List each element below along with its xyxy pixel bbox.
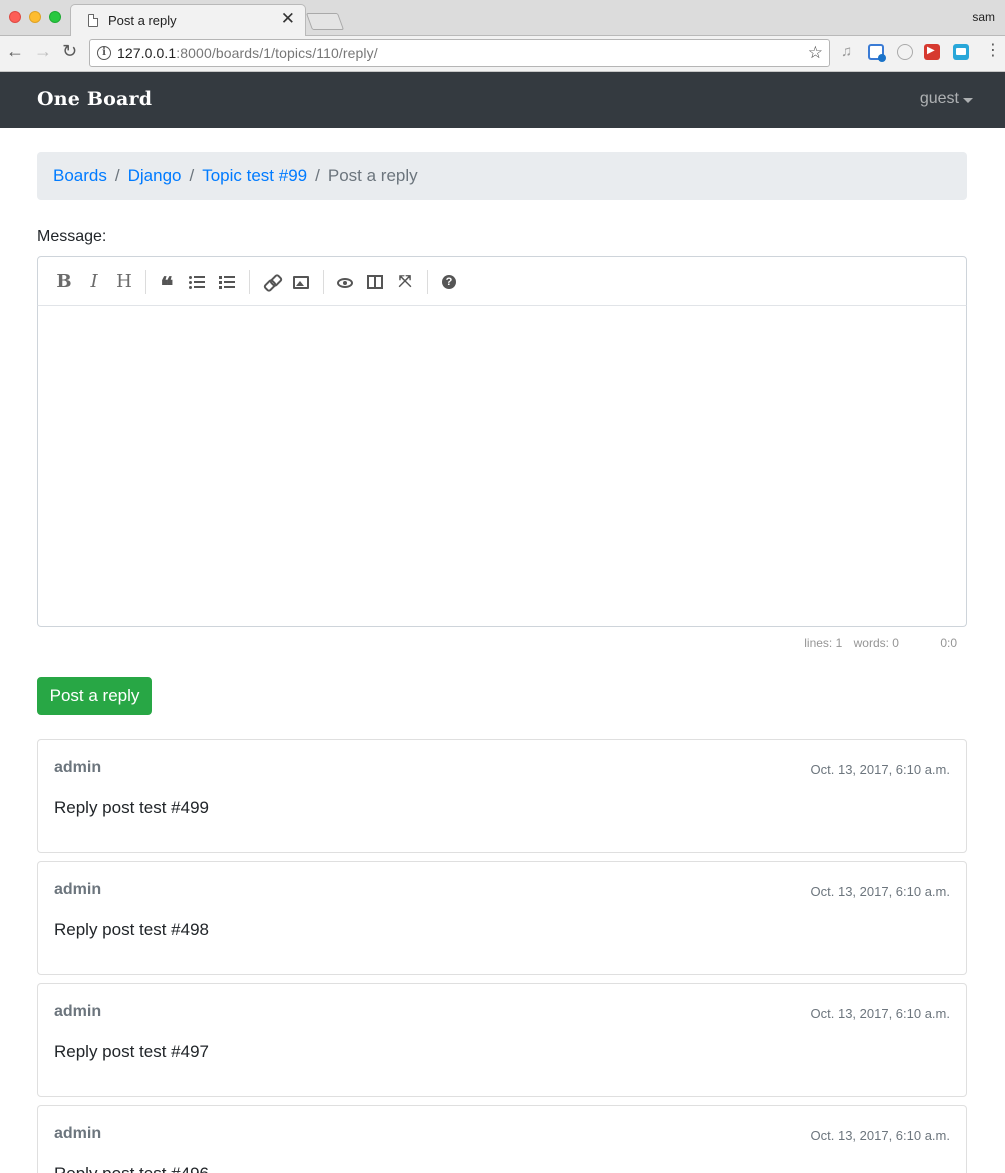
post-reply-button[interactable]: Post a reply <box>37 677 152 715</box>
window-minimize-button[interactable] <box>29 11 41 23</box>
site-info-icon[interactable]: i <box>97 46 111 60</box>
music-extension-icon[interactable]: ♫ <box>841 43 857 60</box>
quote-button[interactable]: ❝ <box>156 271 178 300</box>
window-zoom-button[interactable] <box>49 11 61 23</box>
help-button[interactable]: ? <box>438 271 460 293</box>
side-by-side-button[interactable] <box>364 271 386 293</box>
tab-close-icon[interactable]: ✕ <box>281 10 295 27</box>
post-card: admin Oct. 13, 2017, 6:10 a.m. Reply pos… <box>37 739 967 853</box>
markdown-editor-toolbar: B I H ❝ ⤧ ? <box>37 256 967 306</box>
caret-down-icon <box>963 98 973 103</box>
toolbar-divider <box>145 270 146 294</box>
post-date: Oct. 13, 2017, 6:10 a.m. <box>810 884 950 899</box>
post-message: Reply post test #499 <box>54 798 209 817</box>
image-icon <box>293 276 309 289</box>
post-author: admin <box>54 881 102 898</box>
post-date: Oct. 13, 2017, 6:10 a.m. <box>810 1006 950 1021</box>
post-author: admin <box>54 1125 102 1142</box>
toolbar-divider <box>323 270 324 294</box>
lines-count: lines: 1 <box>804 636 843 650</box>
new-tab-button[interactable] <box>305 13 345 30</box>
post-card: admin Oct. 13, 2017, 6:10 a.m. Reply pos… <box>37 983 967 1097</box>
editor-statusbar: lines: 1 words: 0 0:0 <box>37 636 957 652</box>
italic-button[interactable]: I <box>83 271 105 293</box>
window-close-button[interactable] <box>9 11 21 23</box>
bookmark-star-icon[interactable]: ☆ <box>808 43 823 63</box>
post-message: Reply post test #498 <box>54 920 209 939</box>
message-editor[interactable] <box>37 305 967 627</box>
app-navbar: One Board guest <box>0 72 1005 128</box>
play-extension-icon[interactable] <box>924 44 940 60</box>
browser-tab-active[interactable]: Post a reply ✕ <box>70 4 306 37</box>
post-date: Oct. 13, 2017, 6:10 a.m. <box>810 762 950 777</box>
browser-menu-icon[interactable]: ⋮ <box>985 43 1001 59</box>
columns-icon <box>367 275 383 289</box>
screenshot-extension-icon[interactable] <box>868 44 886 62</box>
preview-button[interactable] <box>334 271 356 293</box>
page-icon <box>88 14 98 27</box>
link-icon <box>264 277 278 287</box>
toolbar-divider <box>427 270 428 294</box>
breadcrumb-board[interactable]: Django <box>128 166 182 186</box>
post-author: admin <box>54 1003 102 1020</box>
post-card: admin Oct. 13, 2017, 6:10 a.m. Reply pos… <box>37 1105 967 1173</box>
breadcrumb-separator: / <box>189 166 195 185</box>
url-text[interactable]: 127.0.0.1:8000/boards/1/topics/110/reply… <box>117 45 378 61</box>
link-button[interactable] <box>260 271 282 293</box>
post-date: Oct. 13, 2017, 6:10 a.m. <box>810 1128 950 1143</box>
message-label: Message: <box>37 228 107 245</box>
address-bar[interactable]: i 127.0.0.1:8000/boards/1/topics/110/rep… <box>89 39 830 67</box>
fullscreen-button[interactable]: ⤧ <box>394 271 416 293</box>
url-host: 127.0.0.1 <box>117 45 177 61</box>
breadcrumb-separator: / <box>114 166 120 185</box>
post-message: Reply post test #496 <box>54 1164 209 1173</box>
toolbar-divider <box>249 270 250 294</box>
words-count: words: 0 <box>853 636 899 650</box>
bold-button[interactable]: B <box>53 271 75 293</box>
user-dropdown[interactable]: guest <box>919 90 973 108</box>
post-message: Reply post test #497 <box>54 1042 209 1061</box>
cursor-position: 0:0 <box>940 636 957 650</box>
question-icon: ? <box>442 275 456 289</box>
breadcrumb-current: Post a reply <box>327 166 418 185</box>
user-name: guest <box>919 90 959 107</box>
breadcrumb-boards[interactable]: Boards <box>53 166 107 186</box>
breadcrumb-topic[interactable]: Topic test #99 <box>202 166 307 186</box>
reader-extension-icon[interactable] <box>953 44 969 60</box>
breadcrumb: Boards / Django / Topic test #99 / Post … <box>37 152 967 200</box>
post-author: admin <box>54 759 102 776</box>
image-button[interactable] <box>290 271 312 293</box>
browser-toolbar: ← → ↻ i 127.0.0.1:8000/boards/1/topics/1… <box>0 36 1005 72</box>
reload-icon[interactable]: ↻ <box>62 42 77 60</box>
heading-button[interactable]: H <box>113 271 135 293</box>
circle-extension-icon[interactable] <box>897 44 913 60</box>
browser-tabstrip: Post a reply ✕ sam <box>0 0 1005 37</box>
post-card: admin Oct. 13, 2017, 6:10 a.m. Reply pos… <box>37 861 967 975</box>
back-arrow-icon[interactable]: ← <box>6 42 24 60</box>
unordered-list-button[interactable] <box>186 271 208 293</box>
forward-arrow-icon[interactable]: → <box>34 42 52 60</box>
numbered-list-icon <box>219 276 235 289</box>
eye-icon <box>337 278 353 288</box>
breadcrumb-separator: / <box>315 166 320 185</box>
bullet-list-icon <box>189 276 205 289</box>
brand-logo[interactable]: One Board <box>37 88 152 110</box>
url-path: :8000/boards/1/topics/110/reply/ <box>176 45 378 61</box>
tab-title: Post a reply <box>108 13 177 28</box>
ordered-list-button[interactable] <box>216 271 238 293</box>
profile-name[interactable]: sam <box>972 10 995 24</box>
